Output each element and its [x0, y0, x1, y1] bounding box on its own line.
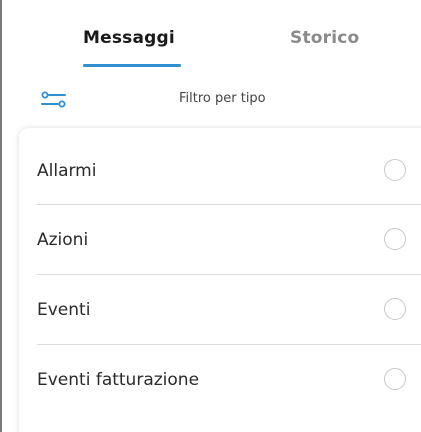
list-item-label: Eventi	[37, 300, 91, 320]
list-item-label: Azioni	[37, 230, 89, 250]
list-item-eventi[interactable]: Eventi	[19, 275, 419, 345]
filter-label: Filtro per tipo	[179, 91, 266, 106]
list-item-allarmi[interactable]: Allarmi	[19, 136, 419, 206]
list-item-eventi-fatturazione[interactable]: Eventi fatturazione	[19, 345, 419, 415]
list-item-label: Allarmi	[37, 161, 97, 181]
radio-button[interactable]	[384, 368, 406, 390]
list-item-azioni[interactable]: Azioni	[19, 205, 419, 275]
tab-bar: Messaggi Storico	[2, 0, 421, 72]
filter-row: Filtro per tipo	[2, 84, 421, 120]
radio-button[interactable]	[384, 228, 406, 250]
active-tab-indicator	[83, 64, 181, 67]
message-filter-panel: Messaggi Storico Filtro per tipo Allarmi…	[0, 0, 421, 432]
tab-storico[interactable]: Storico	[290, 28, 359, 48]
tab-messaggi[interactable]: Messaggi	[83, 28, 175, 48]
list-item-label: Eventi fatturazione	[37, 370, 200, 390]
filter-sliders-icon[interactable]	[37, 89, 71, 111]
radio-button[interactable]	[384, 159, 406, 181]
radio-button[interactable]	[384, 298, 406, 320]
type-filter-list: Allarmi Azioni Eventi Eventi fatturazion…	[19, 128, 421, 432]
